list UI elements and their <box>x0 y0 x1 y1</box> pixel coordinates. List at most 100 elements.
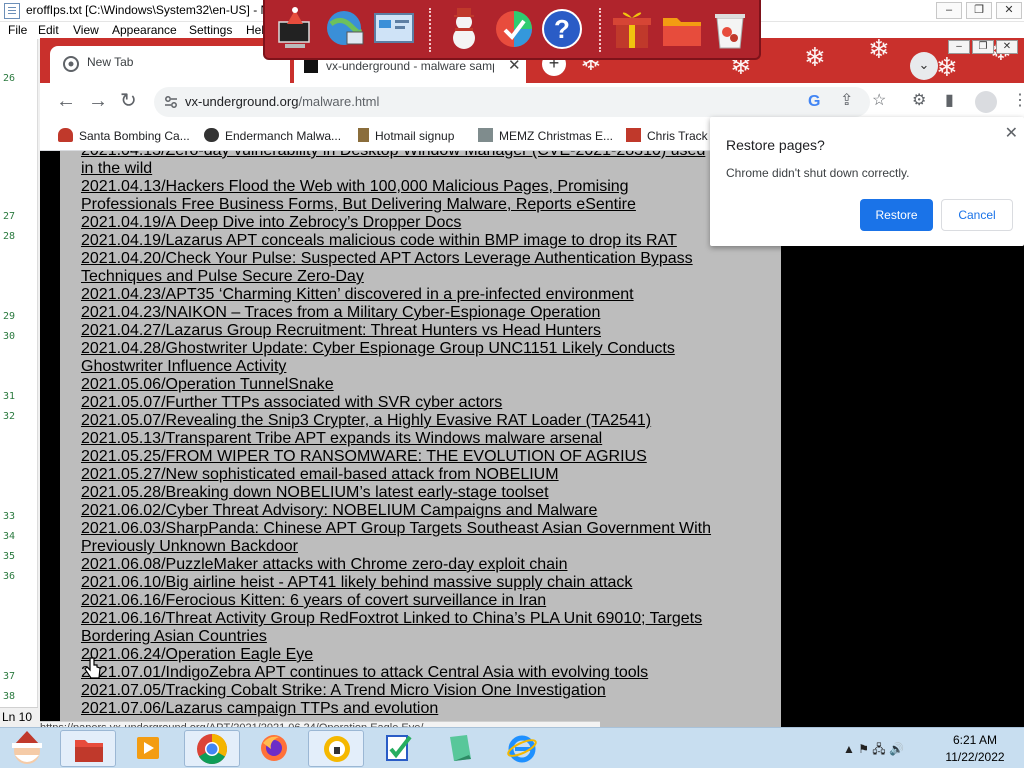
tab-new-tab[interactable]: New Tab <box>50 46 290 83</box>
snowman-icon[interactable] <box>441 6 487 52</box>
media-player-icon <box>137 737 159 759</box>
menu-settings[interactable]: Settings <box>189 23 232 37</box>
taskbar-internet-explorer[interactable] <box>494 730 550 767</box>
bookmark-item[interactable]: Chris Track <box>626 128 708 143</box>
paper-link[interactable]: 2021.04.13/Zero-day vulnerability in Des… <box>81 151 721 178</box>
toolbar-divider <box>429 8 431 52</box>
paper-link[interactable]: 2021.05.07/Revealing the Snip3 Crypter, … <box>81 412 721 430</box>
address-path: /malware.html <box>298 94 380 109</box>
notepad-minimize-button[interactable]: – <box>936 2 962 19</box>
figure-icon <box>358 128 369 142</box>
bookmark-label: Santa Bombing Ca... <box>79 129 190 143</box>
system-tray-icons[interactable]: ▲ ⚑ 🖧 🔊 <box>843 740 904 761</box>
chrome-maximize-button[interactable]: ❐ <box>972 40 994 54</box>
bookmark-label: Chris Track <box>647 129 708 143</box>
bookmark-star-icon[interactable]: ☆ <box>872 92 886 110</box>
paper-link[interactable]: 2021.04.27/Lazarus Group Recruitment: Th… <box>81 322 721 340</box>
address-bar[interactable]: vx-underground.org/malware.html G ⇪ <box>154 87 870 117</box>
paper-link[interactable]: 2021.04.19/Lazarus APT conceals maliciou… <box>81 232 721 250</box>
taskbar-file-manager[interactable] <box>60 730 116 767</box>
gift-icon[interactable] <box>609 6 655 52</box>
paper-link[interactable]: 2021.06.03/SharpPanda: Chinese APT Group… <box>81 520 721 556</box>
paper-link[interactable]: 2021.06.16/Ferocious Kitten: 6 years of … <box>81 592 721 610</box>
notepad-close-button[interactable]: ✕ <box>996 2 1022 19</box>
vpn-shield-icon <box>324 736 350 762</box>
restore-button[interactable]: Restore <box>860 199 933 231</box>
paper-link[interactable]: 2021.05.07/Further TTPs associated with … <box>81 394 721 412</box>
chrome-close-button[interactable]: ✕ <box>996 40 1018 54</box>
dialog-close-icon[interactable]: ✕ <box>1005 123 1018 143</box>
chrome-minimize-button[interactable]: – <box>948 40 970 54</box>
bookmark-item[interactable]: MEMZ Christmas E... <box>478 128 613 143</box>
paper-link[interactable]: 2021.05.06/Operation TunnelSnake <box>81 376 721 394</box>
taskbar-chrome[interactable] <box>184 730 240 767</box>
cancel-button[interactable]: Cancel <box>941 199 1013 231</box>
forward-button[interactable]: → <box>88 91 108 111</box>
profile-avatar[interactable] <box>975 91 997 113</box>
paper-link[interactable]: 2021.05.25/FROM WIPER TO RANSOMWARE: THE… <box>81 448 721 466</box>
paper-link[interactable]: 2021.04.23/APT35 ‘Charming Kitten’ disco… <box>81 286 721 304</box>
bookmark-item[interactable]: Santa Bombing Ca... <box>58 128 190 143</box>
line-number: 31 <box>3 391 16 402</box>
line-number: 38 <box>3 691 16 702</box>
address-text[interactable]: vx-underground.org/malware.html <box>185 94 379 109</box>
menu-edit[interactable]: Edit <box>38 23 59 37</box>
taskbar-clock[interactable]: 6:21 AM 11/22/2022 <box>940 732 1010 766</box>
bookmark-label: Endermanch Malwa... <box>225 129 342 143</box>
page-body: 2021.04.13/Zero-day vulnerability in Des… <box>60 151 781 727</box>
paper-link[interactable]: 2021.07.01/IndigoZebra APT continues to … <box>81 664 721 682</box>
bookmark-item[interactable]: Hotmail signup <box>358 128 454 143</box>
taskbar-checklist[interactable] <box>370 730 426 767</box>
firefox-icon <box>261 735 287 761</box>
share-icon[interactable]: ⇪ <box>840 92 853 110</box>
taskbar-firefox[interactable] <box>246 730 302 767</box>
paper-link[interactable]: 2021.04.23/NAIKON – Traces from a Milita… <box>81 304 721 322</box>
menu-appearance[interactable]: Appearance <box>112 23 177 37</box>
start-santa-icon[interactable] <box>6 729 48 767</box>
paper-link[interactable]: 2021.04.13/Hackers Flood the Web with 10… <box>81 178 721 214</box>
taskbar-media-player[interactable] <box>120 730 176 767</box>
christmas-pc-icon[interactable] <box>273 6 319 52</box>
paper-link[interactable]: 2021.06.10/Big airline heist - APT41 lik… <box>81 574 721 592</box>
taskbar-vpn[interactable] <box>308 730 364 767</box>
network-globe-icon[interactable] <box>321 6 367 52</box>
chrome-menu-icon[interactable]: ⋮ <box>1012 92 1024 110</box>
paper-link[interactable]: 2021.04.28/Ghostwriter Update: Cyber Esp… <box>81 340 721 376</box>
paper-link[interactable]: 2021.06.08/PuzzleMaker attacks with Chro… <box>81 556 721 574</box>
line-number: 37 <box>3 671 16 682</box>
snowflake-icon: ❄ <box>804 42 826 72</box>
paper-link[interactable]: 2021.07.05/Tracking Cobalt Strike: A Tre… <box>81 682 721 700</box>
bookmark-item[interactable]: Endermanch Malwa... <box>204 128 341 143</box>
menu-file[interactable]: File <box>8 23 27 37</box>
menu-view[interactable]: View <box>73 23 99 37</box>
line-number: 26 <box>3 73 16 84</box>
folder-icon[interactable] <box>659 6 705 52</box>
paper-link[interactable]: 2021.06.16/Threat Activity Group RedFoxt… <box>81 610 721 646</box>
chrome-icon <box>63 56 79 72</box>
notepad-maximize-button[interactable]: ❐ <box>966 2 992 19</box>
paper-link[interactable]: 2021.04.20/Check Your Pulse: Suspected A… <box>81 250 721 286</box>
paper-link[interactable]: 2021.07.06/Lazarus campaign TTPs and evo… <box>81 700 721 718</box>
line-number: 33 <box>3 511 16 522</box>
paper-link[interactable]: 2021.06.24/Operation Eagle Eye <box>81 646 721 664</box>
paper-link[interactable]: 2021.05.13/Transparent Tribe APT expands… <box>81 430 721 448</box>
extensions-icon[interactable]: ⚙ <box>912 92 926 110</box>
control-panel-icon[interactable] <box>371 6 417 52</box>
side-panel-icon[interactable]: ▮ <box>945 92 954 110</box>
google-lens-icon[interactable]: G <box>808 93 820 111</box>
tab-title: vx-underground - malware samp <box>326 59 494 73</box>
help-icon[interactable]: ? <box>539 6 585 52</box>
tab-search-button[interactable]: ⌄ <box>910 52 938 80</box>
paper-link[interactable]: 2021.04.19/A Deep Dive into Zebrocy’s Dr… <box>81 214 721 232</box>
taskbar-notes[interactable] <box>432 730 488 767</box>
clock-date: 11/22/2022 <box>945 750 1005 764</box>
reload-button[interactable]: ↻ <box>120 91 137 111</box>
paper-link[interactable]: 2021.06.02/Cyber Threat Advisory: NOBELI… <box>81 502 721 520</box>
recycle-bin-icon[interactable] <box>707 6 753 52</box>
paper-link[interactable]: 2021.05.27/New sophisticated email-based… <box>81 466 721 484</box>
paper-link[interactable]: 2021.05.28/Breaking down NOBELIUM’s late… <box>81 484 721 502</box>
back-button[interactable]: ← <box>56 91 76 111</box>
security-shield-icon[interactable] <box>491 6 537 52</box>
site-info-icon[interactable] <box>164 95 178 109</box>
checklist-icon <box>386 735 412 761</box>
